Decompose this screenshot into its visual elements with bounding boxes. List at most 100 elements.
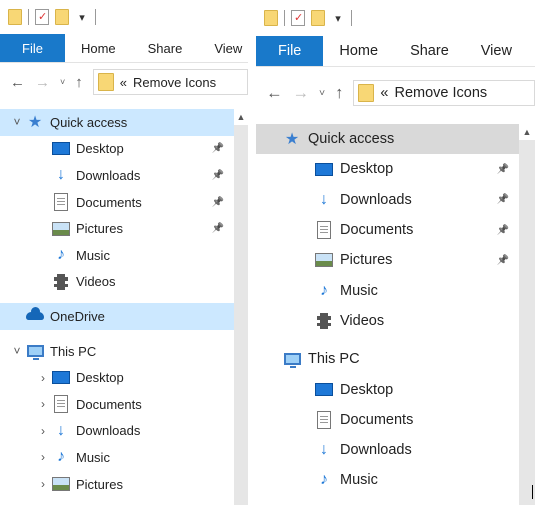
address-box[interactable]: « Remove Icons: [92, 69, 248, 95]
expand-chevron-icon[interactable]: ›: [34, 477, 52, 491]
tab-file[interactable]: File: [0, 34, 65, 62]
explorer-pane-left: ▾ File Home Share View ← → ˅ ↑ « Remove …: [0, 0, 248, 505]
tree-item-pictures[interactable]: Pictures 📌: [0, 215, 234, 242]
address-box[interactable]: « Remove Icons: [353, 80, 535, 106]
tree-item-documents[interactable]: Documents 📌: [256, 215, 519, 245]
tab-share[interactable]: Share: [132, 34, 199, 62]
breadcrumb[interactable]: Remove Icons: [394, 85, 487, 101]
tree-item-desktop[interactable]: Desktop 📌: [256, 154, 519, 184]
up-arrow-icon[interactable]: ↑: [75, 74, 83, 91]
tree-item-documents[interactable]: Documents 📌: [0, 189, 234, 216]
pictures-icon: [52, 475, 70, 493]
new-folder-icon[interactable]: [55, 9, 69, 25]
tree-item-label: Desktop: [340, 381, 394, 398]
tree-item-downloads[interactable]: ↓ Downloads: [256, 435, 519, 465]
scroll-up-icon[interactable]: ▲: [519, 124, 535, 140]
explorer-pane-right: ▾ File Home Share View ← → ˅ ↑ « Remove …: [256, 0, 535, 505]
tree-item-label: Videos: [340, 312, 385, 329]
desktop-icon: [52, 140, 70, 158]
new-folder-icon[interactable]: [311, 10, 325, 26]
tree-item-this-pc[interactable]: ˅ This PC: [0, 338, 234, 365]
tree-item-documents[interactable]: Documents: [256, 405, 519, 435]
downloads-icon: ↓: [57, 421, 65, 439]
pin-icon[interactable]: 📌: [212, 223, 224, 234]
tree-item-quick-access[interactable]: ˅ ★ Quick access: [0, 109, 234, 136]
recent-locations-chevron-icon[interactable]: ˅: [319, 87, 325, 99]
music-icon: ♪: [57, 448, 65, 466]
tab-share[interactable]: Share: [394, 36, 465, 66]
tree-item-downloads[interactable]: ↓ Downloads 📌: [256, 185, 519, 215]
scroll-up-icon[interactable]: ▲: [234, 109, 248, 125]
tree-item-desktop[interactable]: › Desktop: [0, 364, 234, 391]
up-arrow-icon[interactable]: ↑: [335, 84, 343, 103]
documents-icon: [52, 193, 70, 212]
pin-icon[interactable]: 📌: [212, 170, 224, 181]
tab-view[interactable]: View: [465, 36, 528, 66]
pin-icon[interactable]: 📌: [497, 255, 509, 266]
tree-item-videos[interactable]: Videos: [256, 306, 519, 336]
collapse-chevron-icon[interactable]: ˅: [8, 115, 26, 129]
quick-access-toolbar: ▾: [256, 0, 535, 36]
back-arrow-icon[interactable]: ←: [266, 84, 283, 103]
tree-item-label: Pictures: [340, 252, 393, 269]
tree-item-pictures[interactable]: › Pictures: [0, 471, 234, 498]
folder-icon[interactable]: [264, 10, 278, 26]
pin-icon[interactable]: 📌: [212, 197, 224, 208]
pictures-icon: [52, 220, 70, 238]
breadcrumb-overflow[interactable]: «: [380, 85, 388, 101]
tree-item-label: Quick access: [308, 131, 395, 148]
properties-icon[interactable]: [35, 9, 49, 25]
scrollbar[interactable]: ▲: [519, 124, 535, 505]
tree-item-desktop[interactable]: Desktop: [256, 374, 519, 404]
tree-item-downloads[interactable]: › ↓ Downloads: [0, 418, 234, 445]
scrollbar[interactable]: ▲: [234, 109, 248, 505]
tree-item-downloads[interactable]: ↓ Downloads 📌: [0, 162, 234, 189]
tree-item-label: Downloads: [76, 423, 141, 439]
tree-item-this-pc[interactable]: This PC: [256, 344, 519, 374]
customize-toolbar-icon[interactable]: ▾: [331, 10, 345, 26]
pin-icon[interactable]: 📌: [497, 225, 509, 236]
toolbar-divider: [351, 10, 352, 26]
desktop-icon: [314, 380, 334, 400]
tree-item-music[interactable]: ♪ Music: [256, 275, 519, 305]
pin-icon[interactable]: 📌: [497, 164, 509, 175]
pin-icon[interactable]: 📌: [497, 194, 509, 205]
tree-item-desktop[interactable]: Desktop 📌: [0, 136, 234, 163]
tree-item-pictures[interactable]: Pictures 📌: [256, 245, 519, 275]
tree-item-documents[interactable]: › Documents: [0, 391, 234, 418]
expand-chevron-icon[interactable]: ›: [34, 424, 52, 438]
recent-locations-chevron-icon[interactable]: ˅: [60, 77, 65, 87]
expand-chevron-icon[interactable]: ›: [34, 371, 52, 385]
tree-item-music[interactable]: › ♪ Music: [0, 444, 234, 471]
navigation-tree: ˅ ★ Quick access Desktop 📌 ↓ Downloads 📌 Documen…: [0, 109, 234, 505]
tab-file[interactable]: File: [256, 36, 324, 66]
forward-arrow-icon[interactable]: →: [293, 84, 310, 103]
tree-item-onedrive[interactable]: OneDrive: [0, 303, 234, 330]
tab-home[interactable]: Home: [323, 36, 394, 66]
customize-toolbar-icon[interactable]: ▾: [75, 9, 89, 25]
breadcrumb[interactable]: Remove Icons: [133, 75, 216, 90]
folder-icon[interactable]: [8, 9, 22, 25]
tree-item-label: Music: [76, 449, 110, 465]
expand-chevron-icon[interactable]: ›: [34, 397, 52, 411]
breadcrumb-overflow[interactable]: «: [120, 75, 127, 90]
pin-icon[interactable]: 📌: [212, 143, 224, 154]
tree-item-label: Desktop: [340, 161, 394, 178]
tab-home[interactable]: Home: [65, 34, 132, 62]
music-icon: ♪: [57, 246, 65, 264]
tab-view[interactable]: View: [198, 34, 248, 62]
tree-item-music[interactable]: ♪ Music: [0, 242, 234, 269]
back-arrow-icon[interactable]: ←: [10, 74, 25, 91]
pictures-icon: [314, 250, 334, 270]
tree-item-quick-access[interactable]: ★ Quick access: [256, 124, 519, 155]
properties-icon[interactable]: [291, 10, 305, 26]
address-bar-row: ← → ˅ ↑ « Remove Icons: [256, 67, 535, 119]
tree-item-music[interactable]: ♪ Music: [256, 465, 519, 495]
tree-item-label: Documents: [76, 396, 142, 412]
onedrive-icon: [26, 307, 44, 325]
expand-chevron-icon[interactable]: ›: [34, 450, 52, 464]
collapse-chevron-icon[interactable]: ˅: [8, 344, 26, 358]
forward-arrow-icon[interactable]: →: [35, 74, 50, 91]
tree-item-videos[interactable]: Videos: [0, 269, 234, 296]
address-bar-row: ← → ˅ ↑ « Remove Icons: [0, 63, 248, 101]
